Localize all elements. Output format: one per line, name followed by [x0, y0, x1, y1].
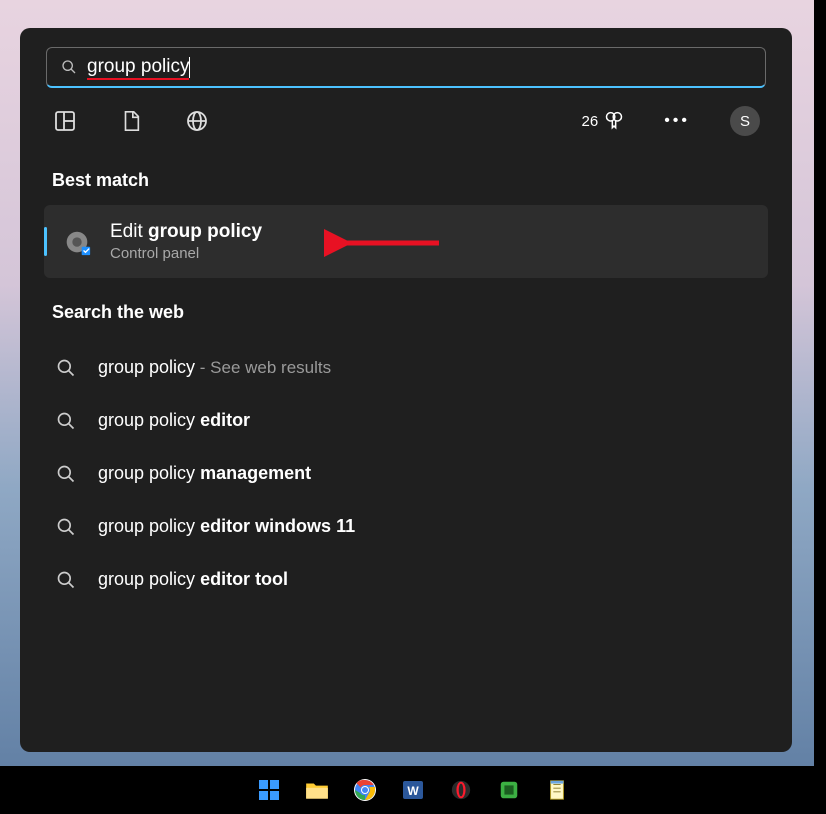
- annotation-arrow-icon: [324, 223, 444, 263]
- documents-tab-icon[interactable]: [118, 108, 144, 134]
- web-result-item[interactable]: group policy management: [54, 447, 758, 500]
- search-input[interactable]: group policy: [87, 56, 751, 78]
- search-icon: [61, 59, 77, 75]
- web-result-item[interactable]: group policy - See web results: [54, 341, 758, 394]
- app-green-icon[interactable]: [496, 777, 522, 803]
- best-match-result[interactable]: Edit group policy Control panel: [44, 205, 768, 278]
- web-result-bold: editor: [200, 410, 250, 430]
- rewards-icon: [604, 111, 624, 131]
- search-icon: [56, 411, 76, 431]
- gear-icon: [62, 227, 92, 257]
- more-options-icon[interactable]: •••: [664, 112, 690, 130]
- web-result-item[interactable]: group policy editor windows 11: [54, 500, 758, 553]
- best-match-title-prefix: Edit: [110, 221, 148, 242]
- start-button-icon[interactable]: [256, 777, 282, 803]
- best-match-title-bold: group policy: [148, 221, 262, 242]
- web-result-item[interactable]: group policy editor: [54, 394, 758, 447]
- search-icon: [56, 358, 76, 378]
- web-result-plain: group policy: [98, 410, 200, 430]
- search-web-heading: Search the web: [36, 278, 776, 337]
- web-result-bold: management: [200, 463, 311, 483]
- web-result-plain: group policy: [98, 516, 200, 536]
- web-result-bold: editor tool: [200, 569, 288, 589]
- svg-text:W: W: [407, 784, 419, 798]
- web-result-hint: - See web results: [195, 358, 331, 377]
- search-icon: [56, 570, 76, 590]
- web-result-item[interactable]: group policy editor tool: [54, 553, 758, 606]
- best-match-text: Edit group policy Control panel: [110, 221, 262, 262]
- best-match-subtitle: Control panel: [110, 245, 262, 262]
- chrome-icon[interactable]: [352, 777, 378, 803]
- rewards-count: 26: [582, 113, 599, 130]
- search-scope-tabs: 26 ••• S: [36, 88, 776, 146]
- rewards-badge[interactable]: 26: [582, 111, 625, 131]
- web-result-bold: editor windows 11: [200, 516, 355, 536]
- web-result-plain: group policy: [98, 569, 200, 589]
- search-bar[interactable]: group policy: [46, 47, 766, 88]
- opera-icon[interactable]: [448, 777, 474, 803]
- search-icon: [56, 464, 76, 484]
- windows-search-panel: group policy 26 ••• S: [20, 28, 792, 752]
- web-result-plain: group policy: [98, 463, 200, 483]
- avatar-initial: S: [740, 113, 750, 130]
- selection-accent: [44, 227, 47, 256]
- file-explorer-icon[interactable]: [304, 777, 330, 803]
- web-results-list: group policy - See web results group pol…: [36, 337, 776, 610]
- web-result-plain: group policy: [98, 357, 195, 377]
- word-icon[interactable]: W: [400, 777, 426, 803]
- text-caret: [189, 57, 190, 78]
- desktop-right-strip: [814, 0, 826, 766]
- notepad-icon[interactable]: [544, 777, 570, 803]
- search-icon: [56, 517, 76, 537]
- user-avatar[interactable]: S: [730, 106, 760, 136]
- apps-tab-icon[interactable]: [52, 108, 78, 134]
- best-match-heading: Best match: [36, 146, 776, 205]
- taskbar: W: [0, 766, 826, 814]
- web-tab-icon[interactable]: [184, 108, 210, 134]
